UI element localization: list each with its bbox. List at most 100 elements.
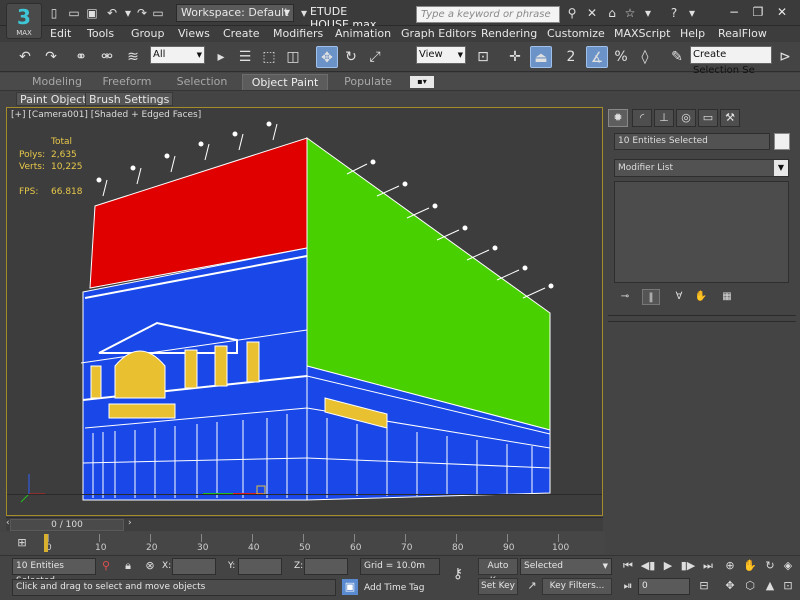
spinner-snap-icon[interactable]: ◊ [634,46,656,68]
select-and-scale-icon[interactable]: ⤢ [364,46,386,68]
pin-stack-icon[interactable]: ⊸ [616,289,634,305]
previous-frame-icon[interactable]: ◀▮ [640,558,656,574]
utilities-tab-icon[interactable]: ⚒ [720,109,740,127]
menu-maxscript[interactable]: MAXScript [614,26,670,42]
make-unique-icon[interactable]: ∀ [670,289,688,305]
reference-coordinate-dropdown[interactable]: View ▼ [416,46,466,64]
play-icon[interactable]: ▶ [660,558,676,574]
set-key-mode-icon[interactable]: ⚷ [450,566,466,582]
edit-named-selection-icon[interactable]: ✎ [666,46,688,68]
menu-realflow[interactable]: RealFlow [718,26,767,42]
auto-key-button[interactable]: Auto Key [478,558,518,586]
time-configuration-icon[interactable]: ⊟ [696,578,712,594]
restore-icon[interactable]: ❐ [746,2,770,22]
link-icon[interactable]: ⚭ [70,46,92,68]
application-button[interactable]: 3 MAX [6,3,42,39]
window-crossing-icon[interactable]: ◫ [282,46,304,68]
time-slider[interactable]: 0 / 100 ‹ › [6,517,603,531]
modifier-list-dropdown[interactable]: Modifier List ▼ [614,159,789,177]
save-file-icon[interactable]: ▣ [84,5,100,21]
key-mode-dropdown[interactable]: Selected ▼ [520,558,612,575]
close-icon[interactable]: ✕ [770,2,794,22]
tab-modeling[interactable]: Modeling [18,74,96,90]
building-model[interactable] [7,108,603,516]
snaps-toggle-icon[interactable]: 2 [560,46,582,68]
named-selection-sets-dropdown[interactable]: Create Selection Se [690,46,772,76]
project-folder-icon[interactable]: ▭ [150,5,166,21]
camera-viewport[interactable]: [+] [Camera001] [Shaded + Edged Faces] T… [6,107,603,516]
menu-rendering[interactable]: Rendering [481,26,537,42]
menu-animation[interactable]: Animation [335,26,391,42]
mini-curve-editor-icon[interactable]: ⊞ [14,535,30,551]
go-to-start-icon[interactable]: ⏮ [620,558,636,574]
undo-button-icon[interactable]: ↶ [14,46,36,68]
minimize-icon[interactable]: − [722,2,746,22]
x-coordinate-input[interactable] [172,558,216,575]
tab-object-paint[interactable]: Object Paint [242,74,328,90]
y-coordinate-input[interactable] [238,558,282,575]
rectangular-selection-icon[interactable]: ⬚ [258,46,280,68]
set-key-button[interactable]: Set Key [478,578,518,595]
dolly-icon[interactable]: ✥ [722,578,738,594]
zoom-extents-all-icon[interactable]: ⊕ [722,558,738,574]
create-tab-icon[interactable]: ✹ [608,109,628,127]
hierarchy-tab-icon[interactable]: ⊥ [654,109,674,127]
go-to-end-icon[interactable]: ⏭ [700,558,716,574]
field-of-view-icon[interactable]: ◈ [780,558,796,574]
next-frame-icon[interactable]: ▮▶ [680,558,696,574]
angle-snap-icon[interactable]: ∡ [586,46,608,68]
truck-icon[interactable]: ▲ [762,578,778,594]
menu-group[interactable]: Group [131,26,165,42]
keyboard-shortcut-override-icon[interactable]: ⏏ [530,46,552,68]
workspace-dropdown[interactable]: Workspace: Default ▼ [176,4,294,22]
menu-tools[interactable]: Tools [87,26,114,42]
select-and-rotate-icon[interactable]: ↻ [340,46,362,68]
object-name-field[interactable]: 10 Entities Selected [614,133,770,150]
pivot-center-icon[interactable]: ⊡ [472,46,494,68]
configure-modifier-sets-icon[interactable]: ▦ [718,289,736,305]
redo-button-icon[interactable]: ↷ [40,46,62,68]
binoculars-icon[interactable]: ⚲ [564,5,580,21]
remove-modifier-icon[interactable]: ✋ [692,289,710,305]
communication-center-icon[interactable]: ⌂ [604,5,620,21]
menu-modifiers[interactable]: Modifiers [273,26,323,42]
pan-icon[interactable]: ✋ [742,558,758,574]
current-frame-marker[interactable] [44,534,48,552]
object-color-swatch[interactable] [774,133,790,150]
open-file-icon[interactable]: ▭ [66,5,82,21]
time-slider-thumb[interactable]: 0 / 100 [10,519,124,531]
absolute-mode-icon[interactable]: ⊗ [142,558,158,574]
select-and-move-icon[interactable]: ✥ [316,46,338,68]
bind-space-warp-icon[interactable]: ≋ [122,46,144,68]
key-filters-button[interactable]: Key Filters... [542,578,612,595]
z-coordinate-input[interactable] [304,558,348,575]
help-icon[interactable]: ? [666,5,682,21]
menu-graph-editors[interactable]: Graph Editors [401,26,477,42]
menu-help[interactable]: Help [680,26,705,42]
help-dropdown-icon[interactable]: ▾ [640,5,656,21]
selection-lock-icon[interactable]: 🔒︎ [120,558,136,574]
walk-through-icon[interactable]: ⬡ [742,578,758,594]
timeline-track[interactable]: ⊞ 0 10 20 30 40 50 60 70 80 90 100 [0,532,605,554]
undo-icon[interactable]: ↶ [104,5,120,21]
search-input[interactable]: Type a keyword or phrase [416,6,560,23]
menu-edit[interactable]: Edit [50,26,71,42]
subscription-icon[interactable]: ✕ [584,5,600,21]
motion-tab-icon[interactable]: ◎ [676,109,696,127]
current-frame-field[interactable]: 0 [638,578,690,595]
tab-populate[interactable]: Populate [336,74,400,90]
isolate-selection-icon[interactable]: ⚲ [98,558,114,574]
mirror-icon[interactable]: ⊳ [774,46,796,68]
menu-create[interactable]: Create [223,26,260,42]
key-mode-toggle-icon[interactable]: ⏯ [620,578,636,594]
panel-brush-settings[interactable]: Brush Settings [85,92,174,106]
menu-views[interactable]: Views [178,26,210,42]
maximize-viewport-icon[interactable]: ⊡ [780,578,796,594]
help-arrow-icon[interactable]: ▾ [684,5,700,21]
percent-snap-icon[interactable]: % [610,46,632,68]
tab-freeform[interactable]: Freeform [96,74,158,90]
select-object-icon[interactable]: ▸ [210,46,232,68]
display-tab-icon[interactable]: ▭ [698,109,718,127]
redo-icon[interactable]: ↷ [134,5,150,21]
select-by-name-icon[interactable]: ☰ [234,46,256,68]
